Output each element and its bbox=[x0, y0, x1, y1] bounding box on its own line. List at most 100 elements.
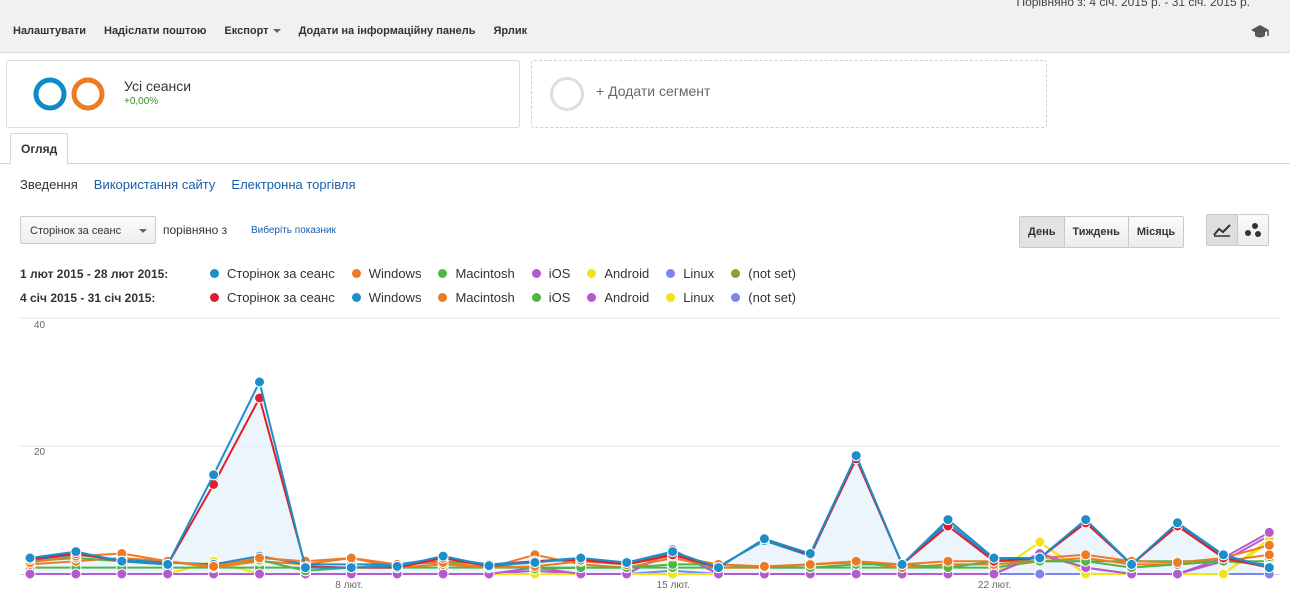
data-point[interactable] bbox=[391, 560, 403, 572]
data-point[interactable] bbox=[804, 558, 816, 570]
data-point[interactable] bbox=[162, 558, 174, 570]
data-point[interactable] bbox=[529, 556, 541, 568]
date-range[interactable]: Порівняно з: 4 січ. 2015 р. - 31 січ. 20… bbox=[1016, 0, 1250, 9]
data-point[interactable] bbox=[850, 568, 862, 580]
segment-card[interactable]: Усі сеанси +0,00% bbox=[6, 60, 520, 128]
data-point[interactable] bbox=[575, 552, 587, 564]
week-button[interactable]: Тиждень bbox=[1063, 217, 1128, 247]
segment-change: +0,00% bbox=[124, 96, 159, 107]
data-point[interactable] bbox=[1263, 562, 1275, 574]
legend-dot-icon bbox=[531, 269, 541, 278]
data-point[interactable] bbox=[758, 533, 770, 545]
chevron-down-icon bbox=[272, 29, 281, 34]
day-button[interactable]: День bbox=[1020, 217, 1064, 247]
subnav-summary[interactable]: Зведення bbox=[20, 177, 78, 192]
legend-item[interactable]: Сторінок за сеанс bbox=[210, 290, 335, 305]
y-tick-label: 20 bbox=[34, 447, 46, 458]
data-point[interactable] bbox=[208, 560, 220, 572]
data-point[interactable] bbox=[254, 376, 265, 388]
customize-button[interactable]: Налаштувати bbox=[13, 25, 86, 37]
data-point[interactable] bbox=[942, 555, 954, 567]
subnav-site-usage[interactable]: Використання сайту bbox=[94, 177, 216, 192]
data-point[interactable] bbox=[299, 562, 311, 574]
data-point[interactable] bbox=[1263, 539, 1275, 551]
data-point[interactable] bbox=[1172, 517, 1183, 529]
data-point[interactable] bbox=[70, 546, 82, 558]
data-point[interactable] bbox=[758, 560, 770, 572]
legend-item[interactable]: iOS bbox=[531, 266, 570, 281]
motion-chart-view-button[interactable] bbox=[1238, 215, 1268, 245]
data-point[interactable] bbox=[254, 568, 265, 580]
data-point[interactable] bbox=[1034, 568, 1046, 580]
legend-item[interactable]: (not set) bbox=[731, 266, 796, 281]
legend-dot-icon bbox=[666, 293, 676, 302]
legend-item[interactable]: iOS bbox=[531, 290, 570, 305]
legend-dot-icon bbox=[531, 293, 541, 302]
data-point[interactable] bbox=[254, 552, 265, 564]
month-button[interactable]: Місяць bbox=[1127, 217, 1184, 247]
data-point[interactable] bbox=[713, 562, 724, 574]
data-point[interactable] bbox=[667, 546, 679, 558]
data-point[interactable] bbox=[1263, 526, 1275, 538]
metric-select-label: Сторінок за сеанс bbox=[30, 225, 122, 237]
legend-item[interactable]: Linux bbox=[666, 266, 714, 281]
data-point[interactable] bbox=[437, 568, 449, 580]
data-point[interactable] bbox=[345, 552, 357, 564]
export-button[interactable]: Експорт bbox=[224, 25, 281, 37]
data-point[interactable] bbox=[116, 568, 128, 580]
data-point[interactable] bbox=[1217, 549, 1229, 561]
data-point[interactable] bbox=[208, 469, 220, 481]
data-point[interactable] bbox=[24, 568, 36, 580]
segment-name: Усі сеанси bbox=[124, 78, 192, 94]
data-point[interactable] bbox=[24, 552, 36, 564]
data-point[interactable] bbox=[1034, 536, 1046, 548]
data-point[interactable] bbox=[1126, 558, 1138, 570]
data-point[interactable] bbox=[1263, 549, 1275, 561]
legend-item[interactable]: Linux bbox=[666, 290, 714, 305]
data-point[interactable] bbox=[850, 450, 862, 462]
data-point[interactable] bbox=[116, 555, 128, 567]
data-point[interactable] bbox=[70, 568, 82, 580]
legend-item[interactable]: Android bbox=[587, 266, 649, 281]
data-point[interactable] bbox=[437, 550, 449, 562]
x-tick-label: 8 лют. bbox=[335, 580, 364, 591]
legend-item[interactable]: Macintosh bbox=[438, 266, 515, 281]
line-chart-view-button[interactable] bbox=[1207, 215, 1238, 245]
data-point[interactable] bbox=[850, 555, 862, 567]
data-point[interactable] bbox=[483, 560, 495, 572]
legend-item[interactable]: Android bbox=[587, 290, 649, 305]
data-point[interactable] bbox=[896, 558, 908, 570]
legend-dot-icon bbox=[210, 269, 219, 278]
legend-item[interactable]: Сторінок за сеанс bbox=[210, 266, 335, 281]
data-point[interactable] bbox=[988, 552, 1000, 564]
data-point[interactable] bbox=[1172, 568, 1183, 580]
legend-series-name: Android bbox=[604, 266, 650, 281]
data-point[interactable] bbox=[345, 562, 357, 574]
email-button[interactable]: Надіслати поштою bbox=[104, 25, 206, 37]
data-point[interactable] bbox=[1080, 549, 1092, 561]
pick-metric-link[interactable]: Виберіть показник bbox=[251, 225, 336, 236]
data-point[interactable] bbox=[1034, 552, 1046, 564]
data-point[interactable] bbox=[1080, 514, 1092, 526]
data-point[interactable] bbox=[162, 568, 174, 580]
data-point[interactable] bbox=[1172, 556, 1183, 568]
metric-select[interactable]: Сторінок за сеанс bbox=[20, 216, 156, 244]
tab-overview[interactable]: Огляд bbox=[10, 133, 69, 165]
data-point[interactable] bbox=[988, 568, 1000, 580]
data-point[interactable] bbox=[804, 548, 816, 560]
legend-item[interactable]: Windows bbox=[351, 266, 421, 281]
legend-item[interactable]: Macintosh bbox=[438, 290, 515, 305]
line-chart[interactable] bbox=[0, 314, 1290, 590]
report-toolbar: Налаштувати Надіслати поштою Експорт Дод… bbox=[0, 12, 1290, 53]
data-point[interactable] bbox=[942, 514, 954, 526]
data-point[interactable] bbox=[621, 556, 633, 568]
legend-dot-icon bbox=[351, 269, 361, 278]
legend-item[interactable]: (not set) bbox=[731, 290, 796, 305]
subnav-ecommerce[interactable]: Електронна торгівля bbox=[231, 177, 355, 192]
data-point[interactable] bbox=[1217, 568, 1229, 580]
add-segment-button[interactable]: + Додати сегмент bbox=[531, 60, 1047, 128]
add-to-dashboard-button[interactable]: Додати на інформаційну панель bbox=[299, 25, 476, 37]
shortcut-button[interactable]: Ярлик bbox=[494, 25, 528, 37]
graduation-cap-icon[interactable] bbox=[1250, 24, 1270, 43]
legend-item[interactable]: Windows bbox=[351, 290, 421, 305]
